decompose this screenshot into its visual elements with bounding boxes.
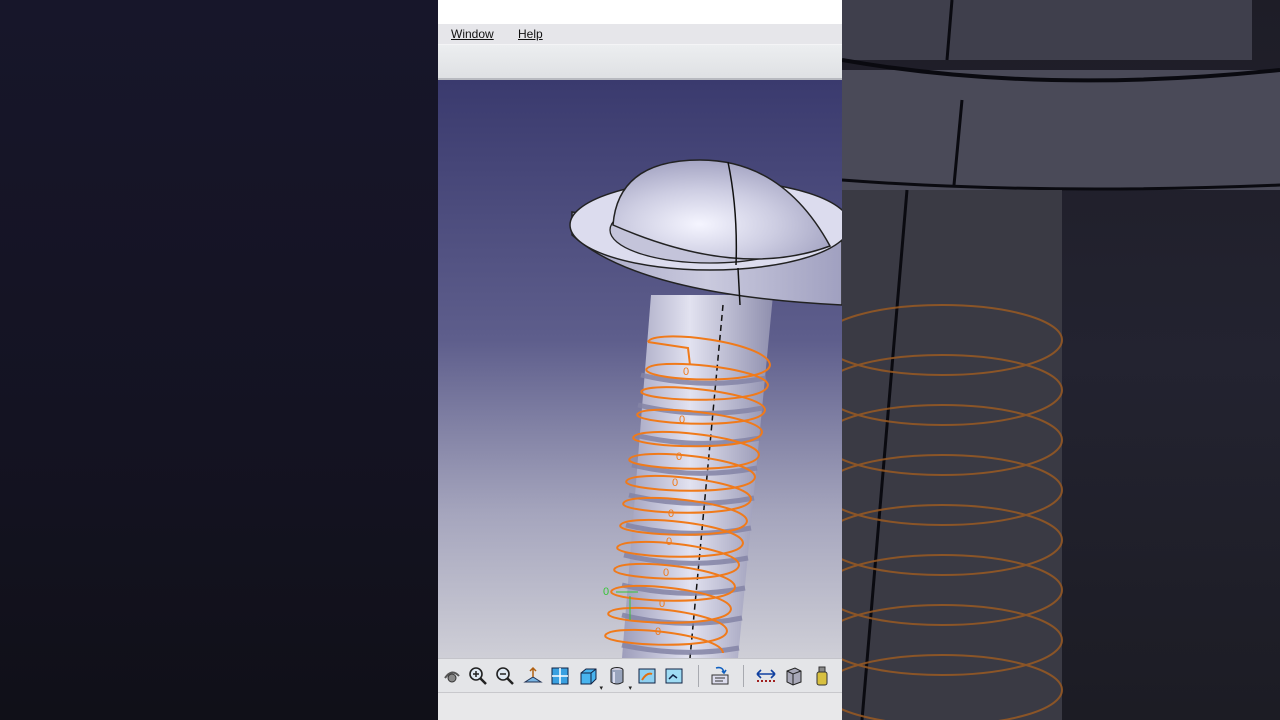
shading-icon[interactable]: ▾ bbox=[606, 665, 632, 692]
svg-text:0: 0 bbox=[663, 567, 669, 579]
swap-visible-space-icon[interactable] bbox=[663, 665, 685, 687]
menu-window[interactable]: Window bbox=[451, 27, 494, 41]
measure-inertia-icon[interactable] bbox=[811, 665, 833, 687]
blurred-background-left bbox=[0, 0, 438, 720]
svg-text:0: 0 bbox=[668, 508, 674, 520]
svg-text:0: 0 bbox=[683, 366, 689, 378]
blurred-zoomed-screw bbox=[842, 0, 1280, 720]
svg-text:0: 0 bbox=[655, 626, 661, 638]
svg-text:0: 0 bbox=[679, 414, 685, 426]
svg-text:0: 0 bbox=[666, 536, 672, 548]
view-toolbar: ▾ ▾ bbox=[438, 658, 842, 693]
blurred-background-right bbox=[842, 0, 1280, 720]
3d-viewport[interactable]: 0 0 0 0 0 0 0 0 0 0 bbox=[438, 80, 842, 658]
zoom-in-icon[interactable] bbox=[467, 665, 489, 687]
svg-text:0: 0 bbox=[603, 586, 609, 598]
menu-help[interactable]: Help bbox=[518, 27, 543, 41]
hide-show-icon[interactable] bbox=[636, 665, 658, 687]
svg-text:0: 0 bbox=[672, 477, 678, 489]
measure-item-icon[interactable] bbox=[783, 665, 805, 687]
svg-text:0: 0 bbox=[676, 451, 682, 463]
fly-mode-icon[interactable] bbox=[441, 665, 463, 687]
update-icon[interactable] bbox=[709, 665, 731, 687]
isometric-view-icon[interactable]: ▾ bbox=[577, 665, 603, 692]
menu-bar: Window Help bbox=[438, 24, 842, 45]
screw-model: 0 0 0 0 0 0 0 0 0 0 bbox=[438, 80, 842, 658]
catia-window: Window Help 0 0 0 0 0 0 0 0 0 0 ▾ ▾ bbox=[438, 0, 842, 720]
toolbar-separator bbox=[698, 665, 699, 687]
zoom-out-icon[interactable] bbox=[494, 665, 516, 687]
multi-view-icon[interactable] bbox=[549, 665, 571, 687]
title-bar bbox=[438, 0, 842, 24]
status-bar bbox=[438, 692, 842, 720]
svg-text:0: 0 bbox=[659, 598, 665, 610]
toolbar-separator bbox=[743, 665, 744, 687]
top-toolbar bbox=[438, 45, 842, 80]
measure-between-icon[interactable] bbox=[755, 665, 777, 687]
normal-view-icon[interactable] bbox=[522, 665, 544, 687]
